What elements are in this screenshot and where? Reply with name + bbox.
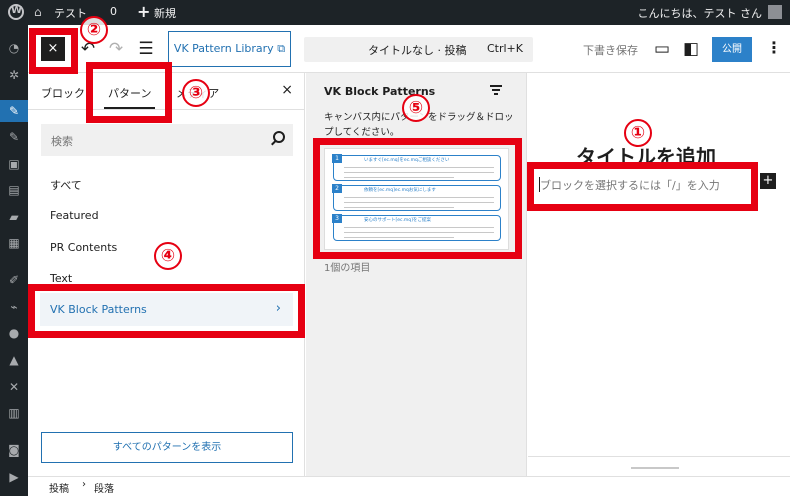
vk-pattern-library-label: VK Pattern Library	[173, 42, 274, 55]
plus-icon[interactable]: +	[137, 2, 150, 21]
document-title: タイトルなし · 投稿	[368, 44, 467, 57]
gear-icon[interactable]: ✲	[7, 68, 21, 82]
close-icon[interactable]: ×	[281, 82, 293, 98]
preview-icon[interactable]: ▭	[652, 39, 672, 59]
pages-icon[interactable]: ▤	[7, 183, 21, 197]
highlight-paragraph-block	[527, 162, 758, 211]
save-draft-button[interactable]: 下書き保存	[583, 42, 638, 58]
tools-icon[interactable]: ✕	[7, 380, 21, 394]
annotation-3: ③	[182, 79, 210, 107]
highlight-close-button	[29, 28, 78, 74]
block-inserter-panel: ブロック パターン メディア × 検索 すべて Featured PR Cont…	[28, 73, 305, 476]
blocks-icon[interactable]: ▦	[7, 236, 21, 250]
shortcut-hint: Ctrl+K	[486, 42, 523, 55]
tab-blocks[interactable]: ブロック	[41, 85, 85, 101]
add-block-button[interactable]: +	[760, 173, 776, 189]
howdy-user-link[interactable]: こんにちは、テスト さん	[638, 5, 763, 21]
pattern-list-panel: VK Block Patterns キャンバス内にパターンをドラッグ＆ドロップし…	[306, 73, 527, 476]
breadcrumb-separator: ›	[82, 479, 86, 490]
breadcrumb-paragraph[interactable]: 段落	[94, 480, 114, 495]
command-palette-bar[interactable]: タイトルなし · 投稿 Ctrl+K	[304, 37, 533, 62]
admin-side-menu: ◔ ✲ ✎ ✎ ▣ ▤ ▰ ▦ ✐ ⌁ ● ▲ ✕ ▥ ◙ ▶	[0, 25, 28, 496]
category-pr-contents[interactable]: PR Contents	[50, 241, 117, 254]
collapse-menu-icon[interactable]: ▶	[7, 470, 21, 484]
annotation-4: ④	[154, 242, 182, 270]
highlight-pattern-thumbnail	[313, 138, 522, 259]
editor-screen: ⌂ テスト 0 + 新規 こんにちは、テスト さん ◔ ✲ ✎ ✎ ▣ ▤ ▰ …	[0, 0, 790, 496]
plugins-icon[interactable]: ⌁	[7, 300, 21, 314]
filter-icon[interactable]	[490, 85, 502, 95]
site-suffix: 0	[110, 5, 117, 18]
breadcrumb: 投稿 › 段落	[28, 476, 790, 496]
appearance-icon[interactable]: ✐	[7, 273, 21, 287]
redo-icon[interactable]: ↷	[106, 39, 126, 59]
category-all[interactable]: すべて	[50, 177, 82, 193]
canvas-resize-handle[interactable]	[528, 456, 790, 476]
pattern-count: 1個の項目	[324, 263, 371, 274]
editor-canvas: タイトルを追加 ブロックを選択するには「/」を入力 +	[528, 73, 790, 476]
breadcrumb-post[interactable]: 投稿	[49, 480, 69, 495]
settings-icon[interactable]: ▥	[7, 406, 21, 420]
annotation-5: ⑤	[402, 94, 430, 122]
annotation-1: ①	[624, 119, 652, 147]
show-all-patterns-button[interactable]: すべてのパターンを表示	[41, 432, 293, 463]
category-featured[interactable]: Featured	[50, 209, 99, 222]
highlight-vk-category	[28, 284, 305, 338]
lock-icon[interactable]: ▲	[7, 353, 21, 367]
wordpress-logo-icon[interactable]	[8, 4, 24, 20]
pattern-search-input[interactable]: 検索	[41, 124, 293, 156]
annotation-2: ②	[80, 16, 108, 44]
site-name-link[interactable]: テスト	[54, 5, 87, 21]
pin-icon[interactable]: ✎	[7, 130, 21, 144]
avatar[interactable]	[768, 5, 782, 19]
vk-pattern-library-button[interactable]: VK Pattern Library ⧉	[168, 31, 291, 67]
highlight-patterns-tab	[86, 62, 172, 123]
search-icon	[273, 131, 285, 143]
admin-bar: ⌂ テスト 0 + 新規 こんにちは、テスト さん	[0, 0, 790, 25]
document-overview-icon[interactable]: ☰	[136, 39, 156, 59]
pin-icon[interactable]: ✎	[7, 104, 21, 118]
media-icon[interactable]: ▣	[7, 157, 21, 171]
settings-sidebar-icon[interactable]: ◧	[681, 39, 701, 59]
new-content-link[interactable]: 新規	[154, 5, 176, 21]
comments-icon[interactable]: ▰	[7, 210, 21, 224]
more-options-icon[interactable]: ⋮	[766, 38, 782, 57]
users-icon[interactable]: ●	[7, 326, 21, 340]
external-link-icon: ⧉	[277, 42, 286, 55]
search-placeholder: 検索	[51, 135, 73, 148]
vk-icon[interactable]: ◙	[7, 443, 21, 457]
dashboard-icon[interactable]: ◔	[7, 41, 21, 55]
home-icon[interactable]: ⌂	[34, 5, 42, 19]
publish-button[interactable]: 公開	[712, 37, 752, 62]
